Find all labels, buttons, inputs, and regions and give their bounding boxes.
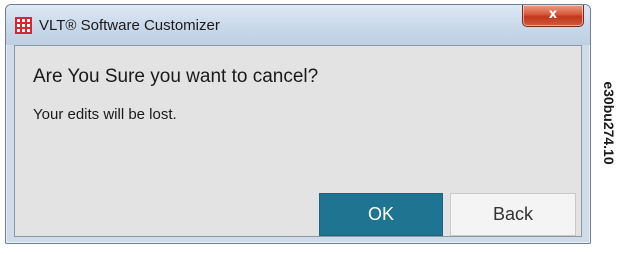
dialog-body: Are You Sure you want to cancel? Your ed… [14, 45, 582, 237]
title-bar[interactable]: VLT® Software Customizer x [6, 5, 590, 45]
dialog-heading: Are You Sure you want to cancel? [33, 66, 319, 87]
ok-button[interactable]: OK [319, 193, 443, 236]
close-icon: x [548, 7, 558, 22]
grid-logo-icon [15, 17, 32, 34]
back-button[interactable]: Back [450, 193, 576, 236]
figure-code-label: e30bu274.10 [601, 81, 617, 165]
figure-code: e30bu274.10 [600, 8, 618, 238]
window-title: VLT® Software Customizer [39, 17, 220, 34]
close-button[interactable]: x [522, 5, 584, 27]
dialog-window: VLT® Software Customizer x Are You Sure … [5, 4, 591, 244]
dialog-message: Your edits will be lost. [33, 106, 177, 123]
